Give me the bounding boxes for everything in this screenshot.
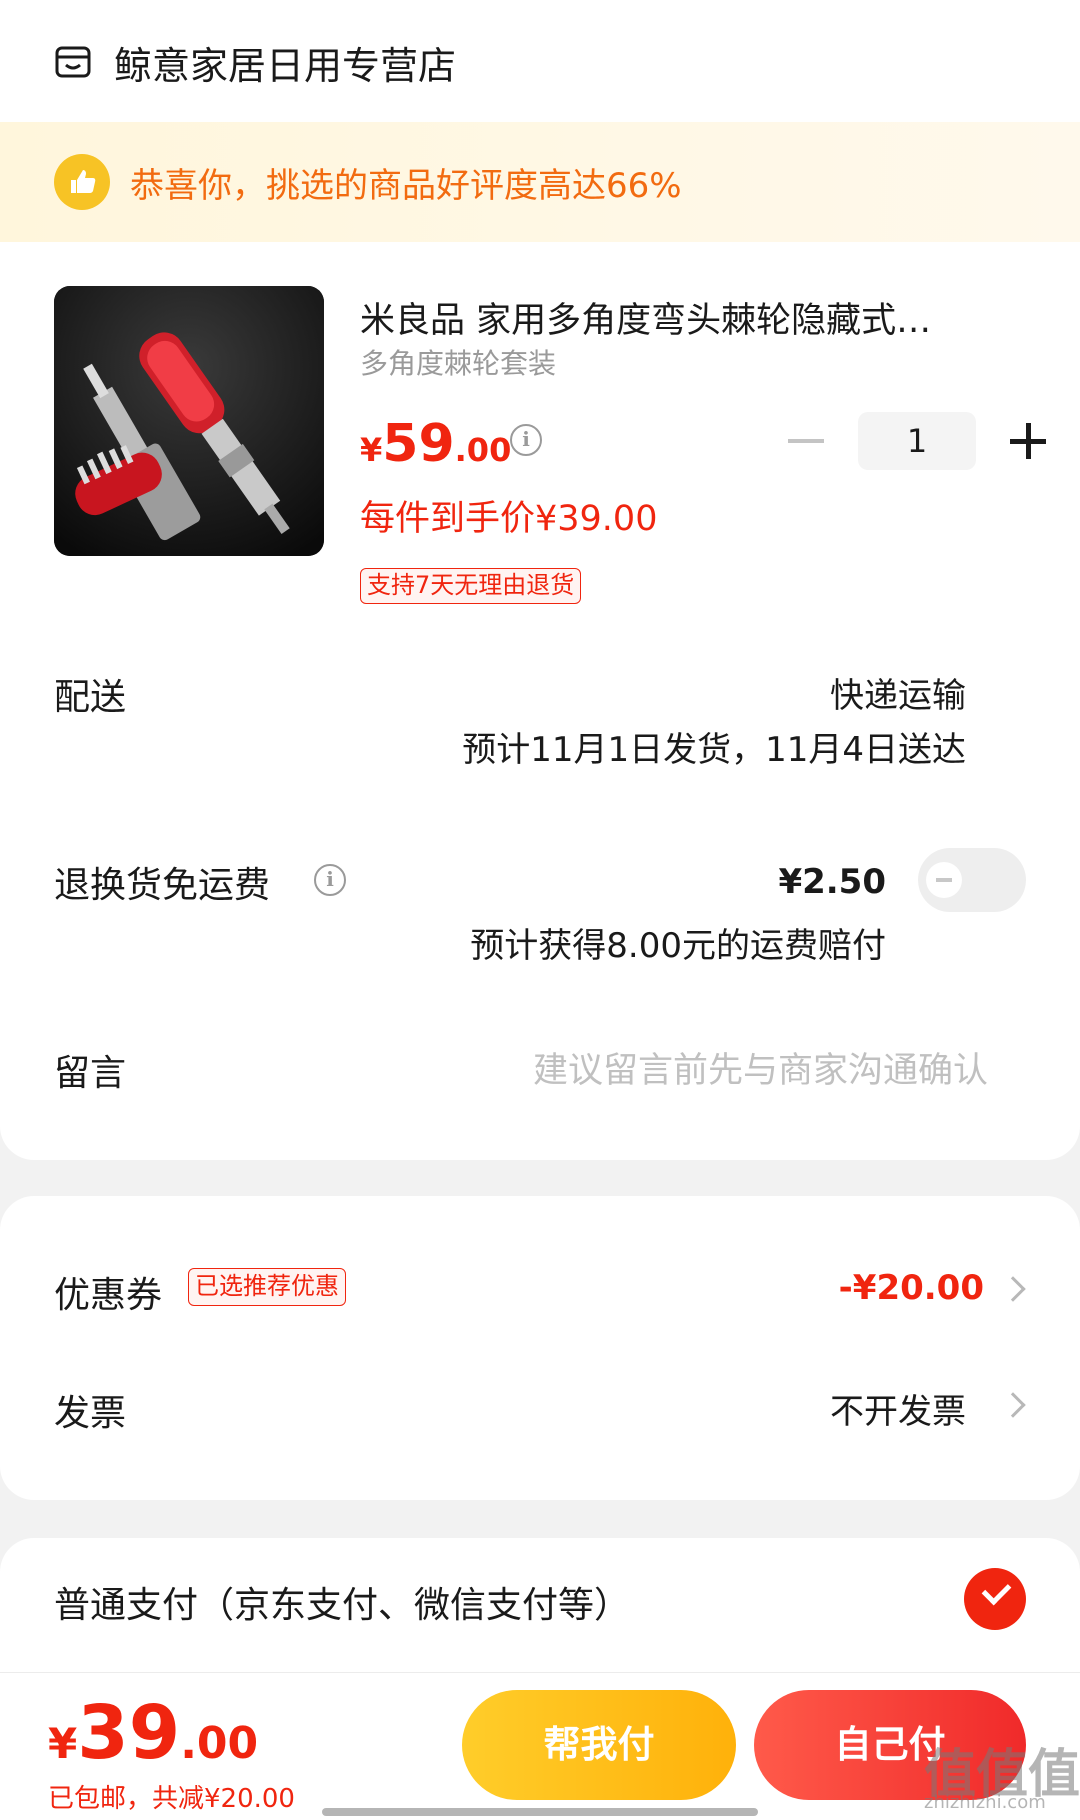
message-label: 留言 bbox=[54, 1053, 127, 1094]
return-shipping-info-icon[interactable]: i bbox=[314, 864, 346, 896]
help-pay-button[interactable]: 帮我付 bbox=[462, 1690, 736, 1800]
product-spec[interactable]: 多角度棘轮套装 bbox=[360, 342, 556, 382]
check-icon[interactable] bbox=[964, 1568, 1026, 1630]
total-decimal: .00 bbox=[180, 1718, 259, 1769]
hand-price: 每件到手价¥39.00 bbox=[360, 499, 658, 539]
increase-button[interactable] bbox=[1010, 423, 1046, 459]
return-shipping-toggle[interactable] bbox=[918, 848, 1026, 912]
home-indicator[interactable] bbox=[322, 1808, 758, 1816]
invoice-label: 发票 bbox=[54, 1393, 127, 1434]
coupon-value[interactable]: -¥20.00 bbox=[839, 1268, 984, 1308]
delivery-estimate: 预计11月1日发货，11月4日送达 bbox=[462, 730, 966, 770]
price-currency: ¥ bbox=[360, 431, 383, 469]
return-shipping-note: 预计获得8.00元的运费赔付 bbox=[470, 926, 886, 966]
store-header[interactable]: 鲸意家居日用专营店 bbox=[54, 38, 456, 88]
total-currency: ¥ bbox=[48, 1719, 78, 1768]
total-summary: 已包邮，共减¥20.00 bbox=[48, 1784, 295, 1814]
product-image[interactable] bbox=[54, 286, 324, 556]
product-title[interactable]: 米良品 家用多角度弯头棘轮隐藏式… bbox=[360, 292, 1000, 343]
thumbs-up-icon bbox=[54, 154, 110, 210]
delivery-label: 配送 bbox=[54, 677, 127, 718]
payment-method-label[interactable]: 普通支付（京东支付、微信支付等） bbox=[54, 1576, 630, 1628]
rating-text: 恭喜你，挑选的商品好评度高达66% bbox=[130, 165, 682, 206]
watermark-url: zhizhizhi.com bbox=[924, 1792, 1046, 1813]
quantity-stepper: 1 bbox=[788, 412, 1046, 470]
decrease-button[interactable] bbox=[788, 439, 824, 443]
toggle-knob bbox=[926, 862, 962, 898]
return-shipping-label: 退换货免运费 bbox=[54, 865, 271, 906]
rating-banner: 恭喜你，挑选的商品好评度高达66% bbox=[0, 122, 1080, 242]
product-price: ¥ 59 .00 bbox=[360, 414, 511, 474]
delivery-method[interactable]: 快递运输 bbox=[830, 668, 966, 717]
invoice-value[interactable]: 不开发票 bbox=[830, 1384, 966, 1433]
price-decimal: .00 bbox=[454, 431, 512, 469]
message-input[interactable]: 建议留言前先与商家沟通确认 bbox=[533, 1042, 988, 1093]
price-info-icon[interactable]: i bbox=[510, 424, 542, 456]
quantity-input[interactable]: 1 bbox=[858, 412, 976, 470]
coupon-label: 优惠券 bbox=[54, 1275, 163, 1316]
store-icon bbox=[55, 46, 91, 78]
total-integer: 39 bbox=[77, 1690, 181, 1776]
store-name: 鲸意家居日用专营店 bbox=[114, 43, 457, 88]
discount-card bbox=[0, 1196, 1080, 1500]
coupon-tag: 已选推荐优惠 bbox=[188, 1268, 346, 1306]
price-integer: 59 bbox=[382, 414, 455, 474]
return-shipping-price: ¥2.50 bbox=[778, 862, 886, 902]
return-policy-tag: 支持7天无理由退货 bbox=[360, 568, 582, 604]
total-price: ¥ 39 .00 bbox=[48, 1690, 258, 1776]
